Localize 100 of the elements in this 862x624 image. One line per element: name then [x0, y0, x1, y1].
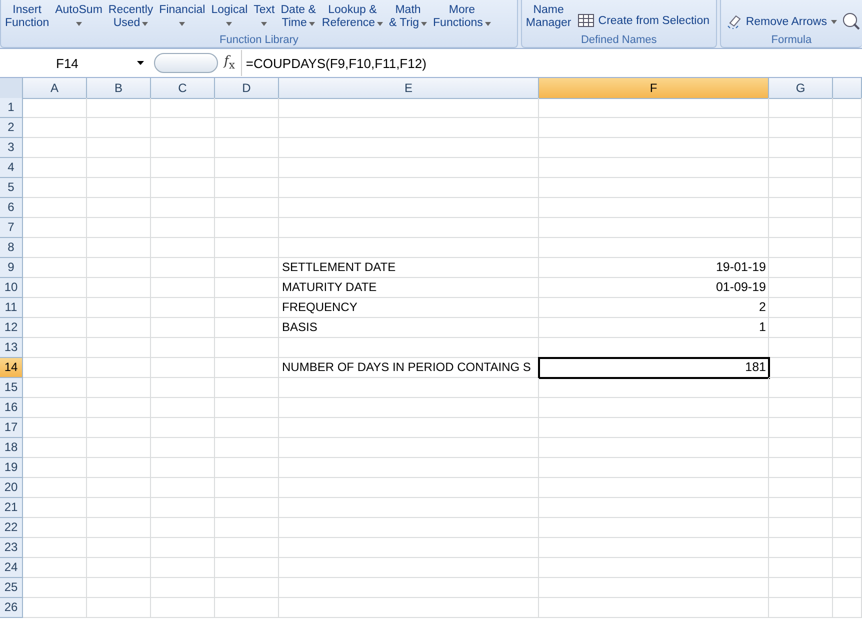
grid-cell[interactable] [23, 118, 87, 138]
column-header[interactable]: C [151, 78, 215, 99]
ribbon-button[interactable]: Create from Selection [575, 14, 712, 27]
row-header[interactable]: 13 [0, 338, 23, 358]
grid-cell[interactable] [151, 338, 215, 358]
grid-cell[interactable] [279, 458, 539, 478]
grid-cell[interactable] [23, 98, 87, 118]
row-header[interactable]: 23 [0, 538, 23, 558]
grid-cell[interactable] [215, 518, 279, 538]
row-header[interactable]: 15 [0, 378, 23, 398]
grid-cell[interactable] [833, 418, 862, 438]
grid-cell[interactable] [833, 598, 862, 618]
grid-cell[interactable] [215, 538, 279, 558]
grid-cell[interactable] [151, 538, 215, 558]
grid-cell[interactable] [151, 578, 215, 598]
column-header[interactable]: A [23, 78, 87, 99]
grid-cell[interactable] [87, 418, 151, 438]
grid-cell[interactable] [539, 398, 769, 418]
grid-cell[interactable] [539, 178, 769, 198]
grid-cell[interactable] [539, 518, 769, 538]
grid-cell[interactable] [833, 398, 862, 418]
grid-cell[interactable] [833, 338, 862, 358]
grid-cell[interactable] [23, 298, 87, 318]
grid-cell[interactable] [151, 378, 215, 398]
grid-cell[interactable] [87, 518, 151, 538]
grid-cell[interactable] [23, 498, 87, 518]
grid-cell[interactable] [769, 98, 833, 118]
grid-cell[interactable] [215, 258, 279, 278]
grid-cell[interactable] [215, 158, 279, 178]
grid-cell[interactable] [151, 478, 215, 498]
row-header[interactable]: 8 [0, 238, 23, 258]
grid-cell[interactable] [87, 438, 151, 458]
row-header[interactable]: 14 [0, 358, 23, 378]
grid-cell[interactable] [87, 118, 151, 138]
grid-cell[interactable] [539, 418, 769, 438]
grid-cell[interactable] [87, 558, 151, 578]
grid-cell[interactable] [833, 258, 862, 278]
grid-cell[interactable] [23, 358, 87, 378]
grid-cell[interactable] [833, 498, 862, 518]
grid-cell[interactable] [769, 438, 833, 458]
grid-cell[interactable] [279, 538, 539, 558]
grid-cell[interactable] [279, 518, 539, 538]
grid-cell[interactable] [87, 158, 151, 178]
row-header[interactable]: 19 [0, 458, 23, 478]
ribbon-button[interactable]: Name Manager [524, 2, 574, 32]
grid-cell[interactable] [87, 98, 151, 118]
row-header[interactable]: 22 [0, 518, 23, 538]
grid-cell[interactable] [539, 118, 769, 138]
grid-cell[interactable] [151, 598, 215, 618]
grid-cell[interactable] [23, 238, 87, 258]
ribbon-button[interactable]: Insert Function [3, 2, 52, 32]
row-header[interactable]: 18 [0, 438, 23, 458]
grid-cell[interactable] [87, 398, 151, 418]
grid-cell[interactable] [215, 598, 279, 618]
ribbon-button[interactable]: Math & Trig [386, 2, 430, 32]
grid-cell[interactable] [833, 158, 862, 178]
grid-cell[interactable] [215, 318, 279, 338]
grid-cell[interactable] [279, 238, 539, 258]
name-box[interactable]: F14 [0, 56, 148, 70]
grid-cell[interactable] [539, 438, 769, 458]
grid-cell[interactable] [539, 378, 769, 398]
grid-cell[interactable] [769, 158, 833, 178]
grid-cell[interactable] [833, 238, 862, 258]
grid-cell[interactable] [833, 98, 862, 118]
grid-cell[interactable] [279, 198, 539, 218]
grid-cell[interactable] [23, 338, 87, 358]
fx-button[interactable]: f$_{x}$ [224, 54, 235, 72]
grid-cell[interactable] [279, 118, 539, 138]
row-header[interactable]: 4 [0, 158, 23, 178]
grid-cell[interactable] [769, 338, 833, 358]
grid-cell[interactable] [539, 498, 769, 518]
ribbon-button[interactable]: Date & Time [278, 2, 318, 32]
formula-bar-handle[interactable] [154, 53, 218, 73]
column-header[interactable]: B [87, 78, 151, 99]
grid-cell[interactable] [151, 418, 215, 438]
grid-cell[interactable] [87, 318, 151, 338]
grid-cell[interactable] [769, 298, 833, 318]
grid-cell[interactable] [833, 318, 862, 338]
grid-cell[interactable] [23, 558, 87, 578]
ribbon-button[interactable]: Logical [209, 2, 250, 32]
grid-cell[interactable] [833, 518, 862, 538]
grid-cell[interactable] [279, 398, 539, 418]
grid-cell[interactable] [279, 578, 539, 598]
grid-cell[interactable] [23, 218, 87, 238]
grid-cell[interactable] [279, 138, 539, 158]
grid-cell[interactable] [215, 578, 279, 598]
ribbon-button[interactable]: Financial [157, 2, 208, 32]
grid-cell[interactable] [769, 578, 833, 598]
grid-cell[interactable] [151, 398, 215, 418]
grid-cell[interactable] [215, 198, 279, 218]
grid-cell[interactable] [539, 138, 769, 158]
ribbon-button[interactable]: Lookup & Reference [320, 2, 385, 32]
grid-cell[interactable] [769, 238, 833, 258]
grid-cell[interactable] [151, 278, 215, 298]
grid-cell[interactable] [833, 218, 862, 238]
grid-cell[interactable] [769, 358, 833, 378]
row-header[interactable]: 12 [0, 318, 23, 338]
grid-cell[interactable] [279, 98, 539, 118]
grid-cell[interactable] [23, 158, 87, 178]
grid-cell[interactable] [279, 218, 539, 238]
